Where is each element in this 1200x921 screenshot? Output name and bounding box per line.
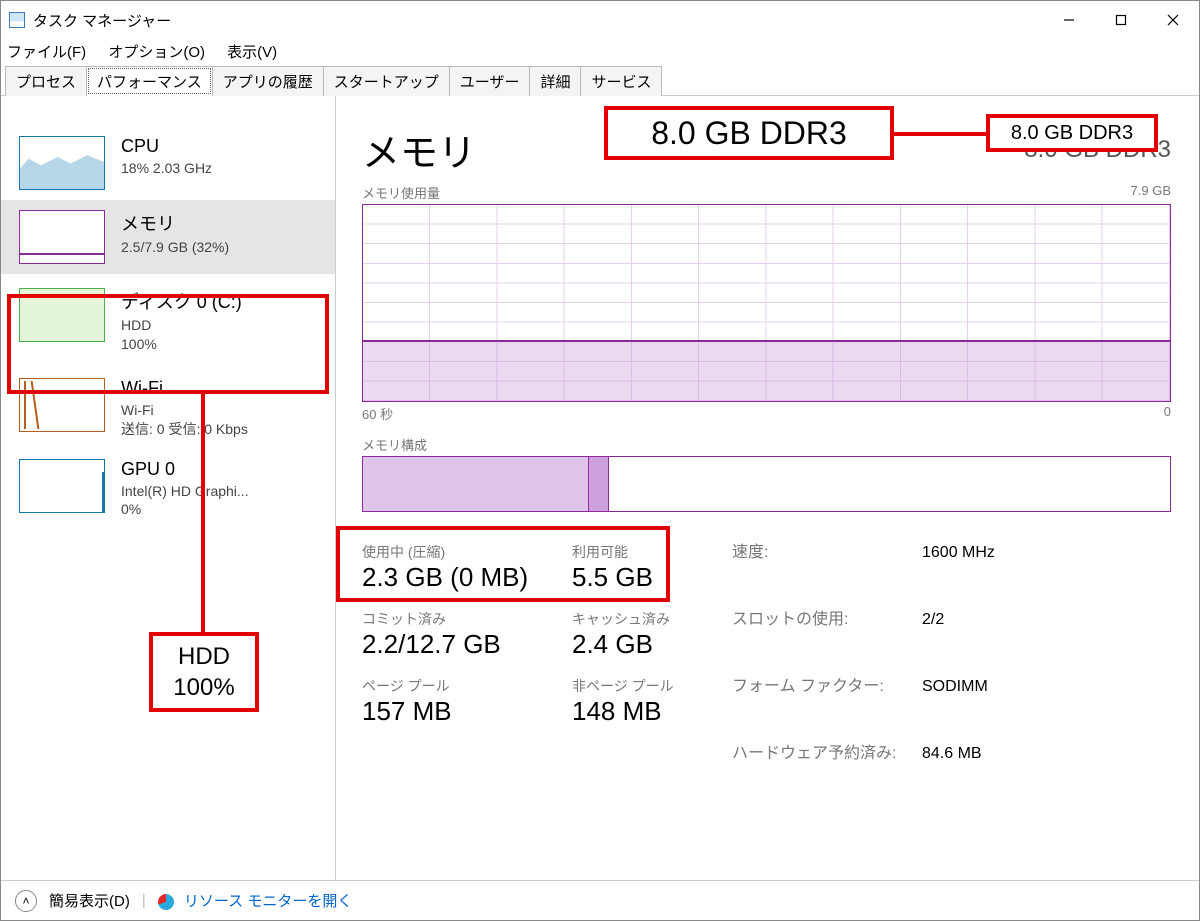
gpu-pct: 0% (121, 500, 249, 519)
tab-startup[interactable]: スタートアップ (323, 66, 450, 96)
body: CPU 18% 2.03 GHz メモリ 2.5/7.9 GB (32%) ディ… (1, 96, 1199, 880)
annotation-stats-box (336, 526, 670, 602)
paged-value: 157 MB (362, 696, 562, 727)
main-panel: メモリ 8.0 GB DDR3 8.0 GB DDR3 8.0 GB DDR3 … (336, 96, 1199, 880)
tab-users[interactable]: ユーザー (449, 66, 531, 96)
tab-app-history[interactable]: アプリの履歴 (212, 66, 324, 96)
resource-monitor-label: リソース モニターを開く (184, 893, 352, 910)
sidebar-item-cpu[interactable]: CPU 18% 2.03 GHz (1, 126, 335, 200)
resource-monitor-icon (158, 894, 174, 910)
memory-thumb-icon (19, 210, 105, 264)
composition-seg-compressed (589, 457, 609, 511)
footer: ˄ 簡易表示(D) | リソース モニターを開く (1, 880, 1199, 920)
memory-stats: 2.5/7.9 GB (32%) (121, 238, 229, 257)
app-icon (9, 12, 25, 28)
annotation-disk-line (201, 394, 205, 632)
chevron-up-icon[interactable]: ˄ (15, 890, 37, 912)
fewer-details-button[interactable]: 簡易表示(D) (49, 890, 130, 911)
tab-details[interactable]: 詳細 (529, 66, 581, 96)
minimize-button[interactable] (1043, 1, 1095, 39)
menu-file[interactable]: ファイル(F) (7, 44, 86, 61)
slots-label: スロットの使用: (732, 605, 912, 629)
cpu-stats: 18% 2.03 GHz (121, 159, 212, 178)
nonpaged-label: 非ページ プール (572, 676, 722, 696)
tab-performance[interactable]: パフォーマンス (86, 66, 213, 96)
composition-seg-free (609, 457, 1170, 511)
usage-chart-xright: 0 (1164, 404, 1171, 423)
annotation-memtitle-callout: 8.0 GB DDR3 (986, 114, 1158, 152)
maximize-button[interactable] (1095, 1, 1147, 39)
committed-label: コミット済み (362, 609, 562, 629)
usage-chart-label: メモリ使用量 (362, 183, 440, 202)
open-resource-monitor-link[interactable]: リソース モニターを開く (158, 890, 353, 911)
close-button[interactable] (1147, 1, 1199, 39)
page-title: メモリ (362, 122, 476, 177)
annotation-disk-callout: HDD 100% (149, 632, 259, 712)
usage-chart-ymax: 7.9 GB (1131, 183, 1171, 202)
sidebar-item-gpu[interactable]: GPU 0 Intel(R) HD Graphi... 0% (1, 449, 335, 530)
committed-value: 2.2/12.7 GB (362, 629, 562, 660)
title-bar: タスク マネージャー (1, 1, 1199, 39)
usage-chart-xleft: 60 秒 (362, 404, 393, 423)
separator-icon: | (142, 892, 146, 909)
cached-label: キャッシュ済み (572, 609, 722, 629)
speed-value: 1600 MHz (922, 544, 1171, 562)
form-label: フォーム ファクター: (732, 672, 912, 696)
sidebar-item-memory[interactable]: メモリ 2.5/7.9 GB (32%) (1, 200, 335, 274)
wifi-adapter: Wi-Fi (121, 401, 248, 420)
gpu-thumb-icon (19, 459, 105, 513)
annotation-memtitle-line (894, 132, 986, 136)
tab-strip: プロセス パフォーマンス アプリの履歴 スタートアップ ユーザー 詳細 サービス (1, 66, 1199, 96)
cpu-thumb-icon (19, 136, 105, 190)
paged-label: ページ プール (362, 676, 562, 696)
tab-processes[interactable]: プロセス (5, 66, 87, 96)
menu-bar: ファイル(F) オプション(O) 表示(V) (1, 39, 1199, 66)
menu-view[interactable]: 表示(V) (227, 44, 277, 61)
slots-value: 2/2 (922, 611, 1171, 629)
form-value: SODIMM (922, 678, 1171, 696)
wifi-io: 送信: 0 受信: 0 Kbps (121, 420, 248, 439)
cpu-title: CPU (121, 136, 212, 157)
menu-options[interactable]: オプション(O) (108, 44, 205, 61)
sidebar: CPU 18% 2.03 GHz メモリ 2.5/7.9 GB (32%) ディ… (1, 96, 336, 880)
cached-value: 2.4 GB (572, 629, 722, 660)
reserved-value: 84.6 MB (922, 745, 1171, 763)
speed-label: 速度: (732, 538, 912, 562)
memory-usage-chart (362, 204, 1171, 402)
composition-seg-used (363, 457, 589, 511)
annotation-memtitle-box: 8.0 GB DDR3 (604, 106, 894, 160)
annotation-disk-box (7, 294, 329, 394)
tab-services[interactable]: サービス (580, 66, 662, 96)
reserved-label: ハードウェア予約済み: (732, 739, 912, 763)
memory-composition-chart (362, 456, 1171, 512)
memory-title: メモリ (121, 210, 229, 236)
task-manager-window: タスク マネージャー ファイル(F) オプション(O) 表示(V) プロセス パ… (0, 0, 1200, 921)
nonpaged-value: 148 MB (572, 696, 722, 727)
composition-label: メモリ構成 (362, 435, 427, 454)
window-title: タスク マネージャー (33, 10, 171, 31)
gpu-title: GPU 0 (121, 459, 249, 480)
gpu-name: Intel(R) HD Graphi... (121, 482, 249, 501)
